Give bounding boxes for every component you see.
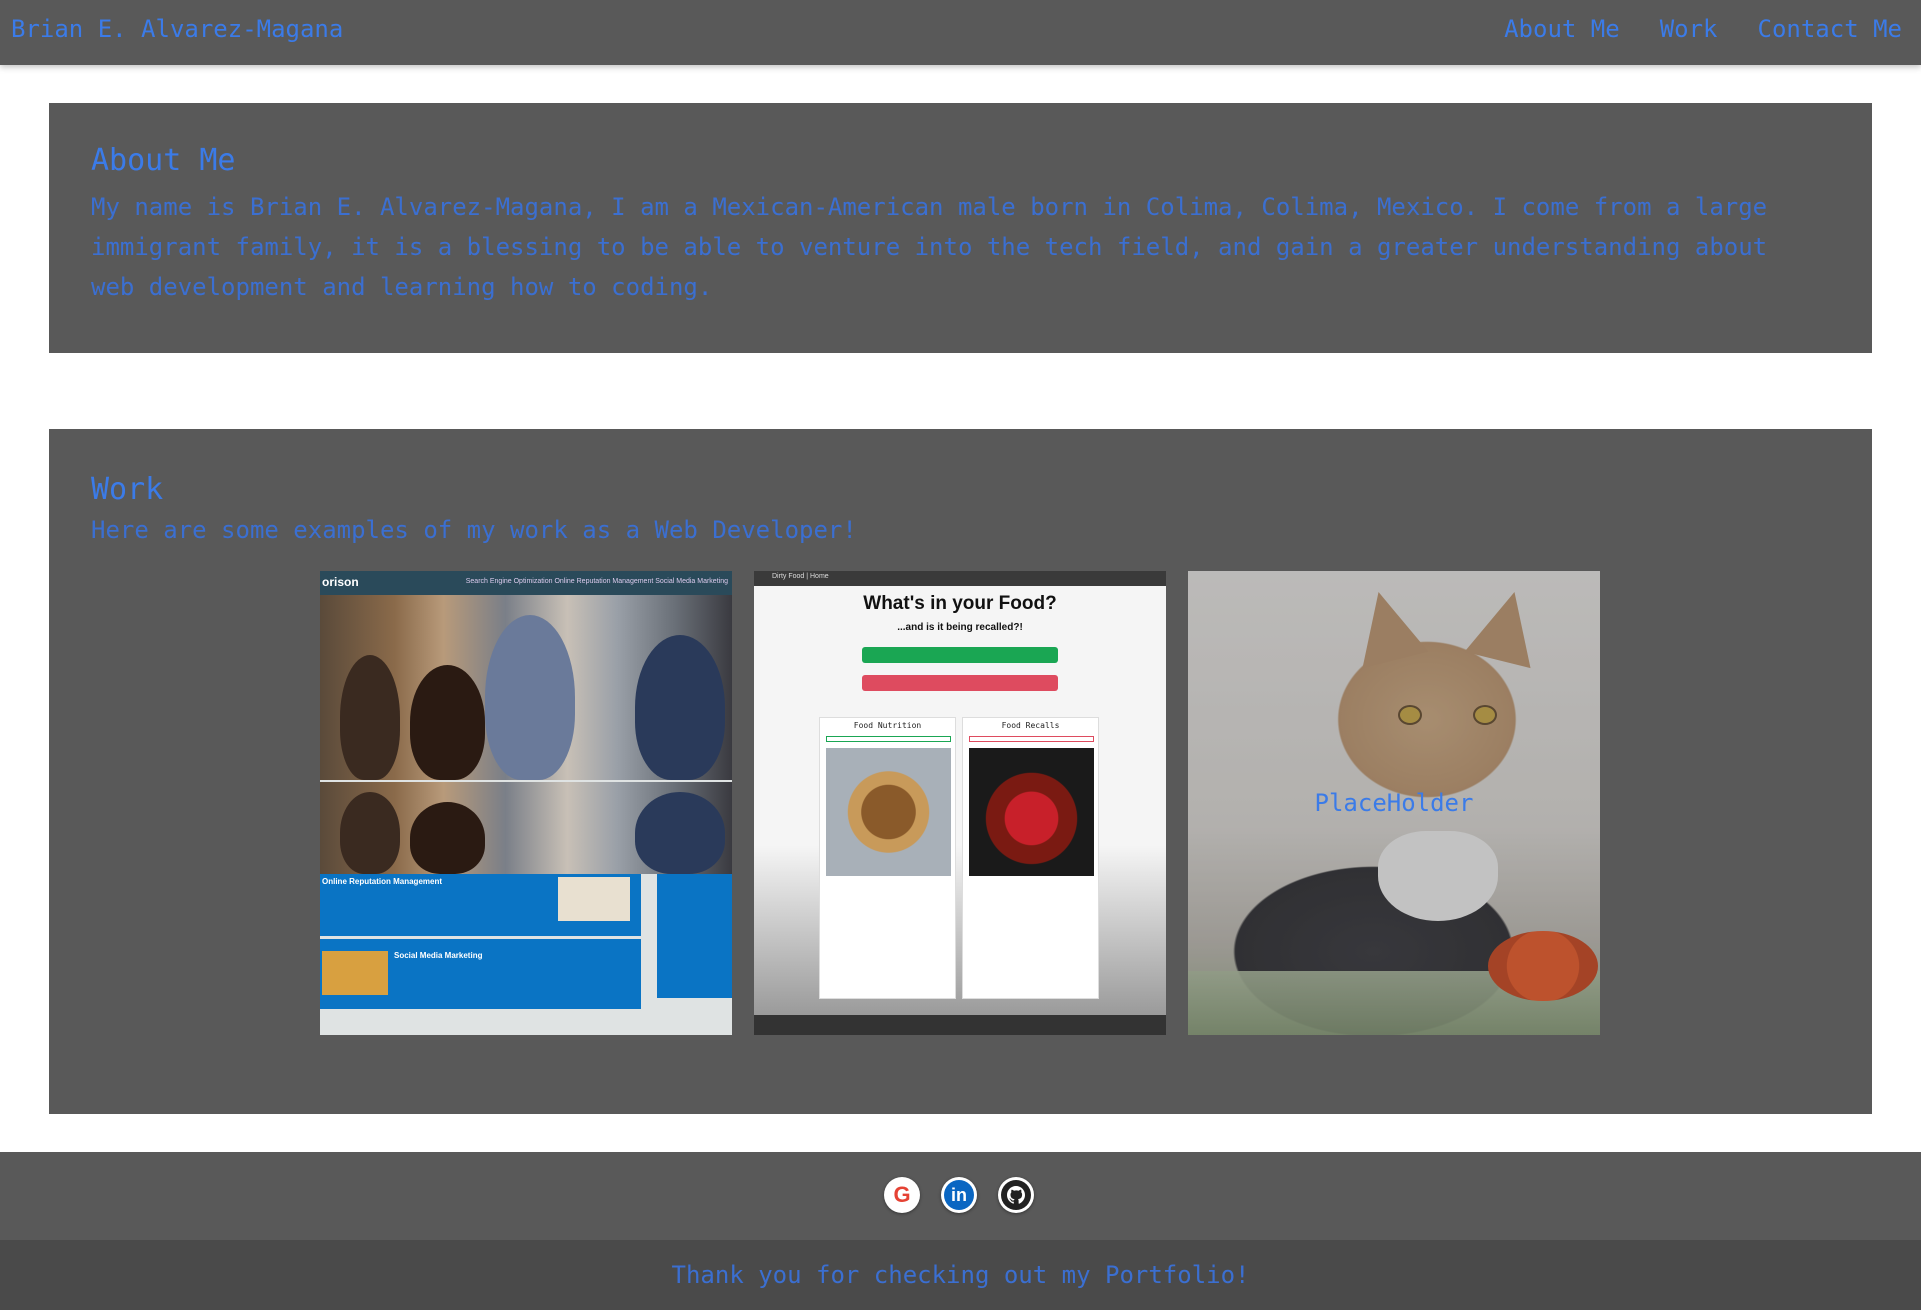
- project-card-dirty-food[interactable]: Dirty Food | Home What's in your Food? .…: [754, 571, 1166, 1035]
- project-red-button: [862, 675, 1058, 691]
- about-section: About Me My name is Brian E. Alvarez-Mag…: [49, 103, 1872, 353]
- project-green-button: [862, 647, 1058, 663]
- social-bar: G in: [0, 1152, 1921, 1240]
- project-logo: orison: [322, 575, 359, 589]
- project-hero-image-2: [320, 782, 732, 874]
- work-intro: Here are some examples of my work as a W…: [91, 516, 857, 544]
- github-icon[interactable]: [998, 1177, 1034, 1213]
- project-screenshot-header: Dirty Food | Home: [754, 571, 1166, 586]
- project-footer: [754, 1015, 1166, 1035]
- navbar: Brian E. Alvarez-Magana About Me Work Co…: [0, 0, 1921, 65]
- work-gallery: orison Search Engine Optimization Online…: [320, 571, 1600, 1035]
- footer-text: Thank you for checking out my Portfolio!: [671, 1261, 1250, 1289]
- project-section-reputation: Online Reputation Management: [320, 874, 641, 936]
- project-hero-image: [320, 595, 732, 780]
- placeholder-label: PlaceHolder: [1188, 571, 1600, 1035]
- nav-contact-me[interactable]: Contact Me: [1758, 15, 1903, 43]
- project-section-reputation-label: Online Reputation Management: [322, 877, 443, 886]
- project-recalls-title: Food Recalls: [1001, 721, 1060, 730]
- project-bar-title: Dirty Food | Home: [772, 573, 829, 580]
- about-text: My name is Brian E. Alvarez-Magana, I am…: [91, 193, 1768, 301]
- nav-links: About Me Work Contact Me: [1504, 15, 1902, 43]
- project-recalls-box: Food Recalls: [962, 717, 1099, 999]
- project-nav: Search Engine Optimization Online Reputa…: [465, 578, 728, 585]
- project-sidebar: [657, 874, 732, 998]
- footer: Thank you for checking out my Portfolio!: [0, 1240, 1921, 1310]
- work-section: Work Here are some examples of my work a…: [49, 429, 1872, 1114]
- project-card-horiseon[interactable]: orison Search Engine Optimization Online…: [320, 571, 732, 1035]
- project-headline: What's in your Food?: [863, 593, 1057, 614]
- jar-image: [969, 748, 1094, 876]
- google-icon[interactable]: G: [884, 1177, 920, 1213]
- brand-link[interactable]: Brian E. Alvarez-Magana: [11, 15, 343, 43]
- linkedin-icon[interactable]: in: [941, 1177, 977, 1213]
- work-heading: Work: [91, 472, 164, 507]
- project-section-social: Social Media Marketing: [320, 939, 641, 1009]
- nav-about-me[interactable]: About Me: [1504, 15, 1620, 43]
- project-screenshot-header: orison Search Engine Optimization Online…: [320, 571, 732, 595]
- nav-work[interactable]: Work: [1660, 15, 1718, 43]
- project-footer: [320, 1009, 732, 1035]
- project-nutrition-title: Food Nutrition: [853, 721, 922, 730]
- project-section-social-label: Social Media Marketing: [394, 951, 483, 960]
- about-heading: About Me: [91, 143, 236, 178]
- project-nutrition-box: Food Nutrition: [819, 717, 956, 999]
- project-subheadline: ...and is it being recalled?!: [897, 622, 1023, 633]
- project-lower-area: [754, 706, 1166, 1016]
- social-links: G in: [884, 1177, 1034, 1213]
- project-card-placeholder[interactable]: PlaceHolder: [1188, 571, 1600, 1035]
- cookies-image: [826, 748, 951, 876]
